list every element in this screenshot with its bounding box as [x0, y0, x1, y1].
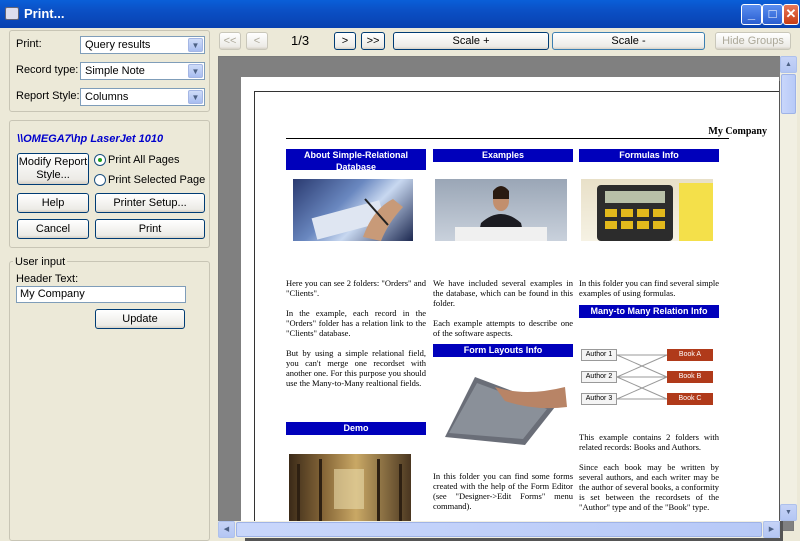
record-type-select-value: Simple Note: [85, 65, 145, 77]
col3-text-2: This example contains 2 folders with rel…: [579, 432, 719, 522]
col3-text: In this folder you can find several simp…: [579, 278, 719, 308]
printer-app-icon: [5, 7, 19, 20]
author-1-box: Author 1: [581, 349, 617, 361]
book-c-box: Book C: [667, 393, 713, 405]
horizontal-scroll-thumb[interactable]: [236, 522, 762, 537]
update-button[interactable]: Update: [95, 309, 185, 329]
printer-setup-label: Printer Setup...: [113, 196, 187, 209]
modify-report-style-button[interactable]: Modify Report Style...: [17, 153, 89, 185]
chevron-down-icon[interactable]: ▼: [188, 64, 203, 78]
print-select-value: Query results: [85, 39, 151, 51]
page-indicator: 1/3: [291, 33, 310, 48]
record-type-label: Record type:: [16, 64, 79, 76]
col3-heading: Formulas Info: [579, 149, 719, 162]
left-panel: Print: Query results ▼ Record type: Simpl…: [0, 28, 216, 541]
update-button-label: Update: [122, 312, 158, 325]
col1-paragraph-3: But by using a simple relational field, …: [286, 348, 426, 388]
report-style-select[interactable]: Columns ▼: [80, 88, 205, 106]
form-layouts-heading: Form Layouts Info: [433, 344, 573, 357]
col1-paragraph-2: In the example, each record in the "Orde…: [286, 308, 426, 338]
modify-report-style-label: Modify Report Style...: [18, 156, 88, 181]
report-page: My Company About Simple-Relational Datab…: [241, 77, 779, 537]
chevron-down-icon[interactable]: ▼: [188, 90, 203, 104]
header-text-label: Header Text:: [16, 273, 79, 285]
report-header-company: My Company: [708, 126, 767, 137]
header-text-input[interactable]: My Company: [16, 286, 186, 303]
author-2-box: Author 2: [581, 371, 617, 383]
cancel-button[interactable]: Cancel: [17, 219, 89, 239]
scroll-down-arrow[interactable]: ▼: [780, 504, 797, 521]
close-button[interactable]: ✕: [783, 4, 799, 25]
col2-text-2: In this folder you can find some forms c…: [433, 471, 573, 521]
many-to-many-heading: Many-to Many Relation Info: [579, 305, 719, 318]
printer-setup-button[interactable]: Printer Setup...: [95, 193, 205, 213]
author-3-box: Author 3: [581, 393, 617, 405]
first-page-button[interactable]: <<: [219, 32, 241, 50]
col1-paragraph-1: Here you can see 2 folders: "Orders" and…: [286, 278, 426, 298]
demo-heading: Demo: [286, 422, 426, 435]
report-style-select-value: Columns: [85, 91, 129, 103]
cancel-button-label: Cancel: [35, 222, 71, 235]
chevron-down-icon[interactable]: ▼: [188, 38, 203, 52]
title-bar: Print... _ □ ✕: [0, 0, 800, 28]
col2-paragraph-2: Each example attempts to describe one of…: [433, 318, 573, 338]
col1-heading: About Simple-Relational Database: [286, 149, 426, 172]
minimize-button[interactable]: _: [741, 4, 762, 25]
book-b-box: Book B: [667, 371, 713, 383]
demo-image: [289, 454, 411, 524]
col3-paragraph-3: Since each book may be written by severa…: [579, 462, 719, 512]
scale-plus-button[interactable]: Scale +: [393, 32, 549, 50]
print-select[interactable]: Query results ▼: [80, 36, 205, 54]
printer-name: \\OMEGA7\hp LaserJet 1010: [17, 133, 164, 145]
relation-diagram: Author 1 Author 2 Author 3 Book A Book B…: [579, 340, 719, 410]
window-title: Print...: [24, 6, 65, 21]
user-input-label: User input: [13, 256, 68, 268]
scroll-right-arrow[interactable]: ▶: [763, 521, 780, 538]
print-button-label: Print: [138, 222, 162, 235]
next-page-button[interactable]: >: [334, 32, 356, 50]
book-a-box: Book A: [667, 349, 713, 361]
col2-paragraph-3: In this folder you can find some forms c…: [433, 471, 573, 511]
print-all-pages-radio[interactable]: [94, 154, 106, 166]
maximize-button[interactable]: □: [762, 4, 783, 25]
hide-groups-button[interactable]: Hide Groups: [715, 32, 791, 50]
print-label: Print:: [16, 38, 42, 50]
print-selected-page-radio[interactable]: [94, 174, 106, 186]
prev-page-button[interactable]: <: [246, 32, 268, 50]
vertical-scrollbar[interactable]: ▲ ▼: [780, 56, 797, 521]
col1-image: [293, 179, 413, 241]
print-all-pages-label: Print All Pages: [108, 154, 180, 166]
col3-paragraph-1: In this folder you can find several simp…: [579, 278, 719, 298]
col2-paragraph-1: We have included several examples in the…: [433, 278, 573, 308]
header-rule: [286, 138, 729, 139]
print-button[interactable]: Print: [95, 219, 205, 239]
col2-text: We have included several examples in the…: [433, 278, 573, 348]
col2-heading: Examples: [433, 149, 573, 162]
last-page-button[interactable]: >>: [361, 32, 385, 50]
vertical-scroll-thumb[interactable]: [781, 74, 796, 114]
record-type-select[interactable]: Simple Note ▼: [80, 62, 205, 80]
scale-minus-button[interactable]: Scale -: [552, 32, 705, 50]
scroll-left-arrow[interactable]: ◀: [218, 521, 235, 538]
col3-paragraph-2: This example contains 2 folders with rel…: [579, 432, 719, 452]
col1-text: Here you can see 2 folders: "Orders" and…: [286, 278, 426, 398]
horizontal-scrollbar[interactable]: ◀ ▶: [218, 521, 780, 538]
form-layouts-image: [435, 367, 567, 445]
help-button[interactable]: Help: [17, 193, 89, 213]
report-style-label: Report Style:: [16, 90, 80, 102]
user-input-group: [9, 261, 210, 541]
scroll-up-arrow[interactable]: ▲: [780, 56, 797, 73]
print-selected-page-label: Print Selected Page: [108, 174, 206, 186]
col2-image: [435, 179, 567, 241]
col3-image: [581, 179, 713, 241]
help-button-label: Help: [41, 196, 65, 209]
